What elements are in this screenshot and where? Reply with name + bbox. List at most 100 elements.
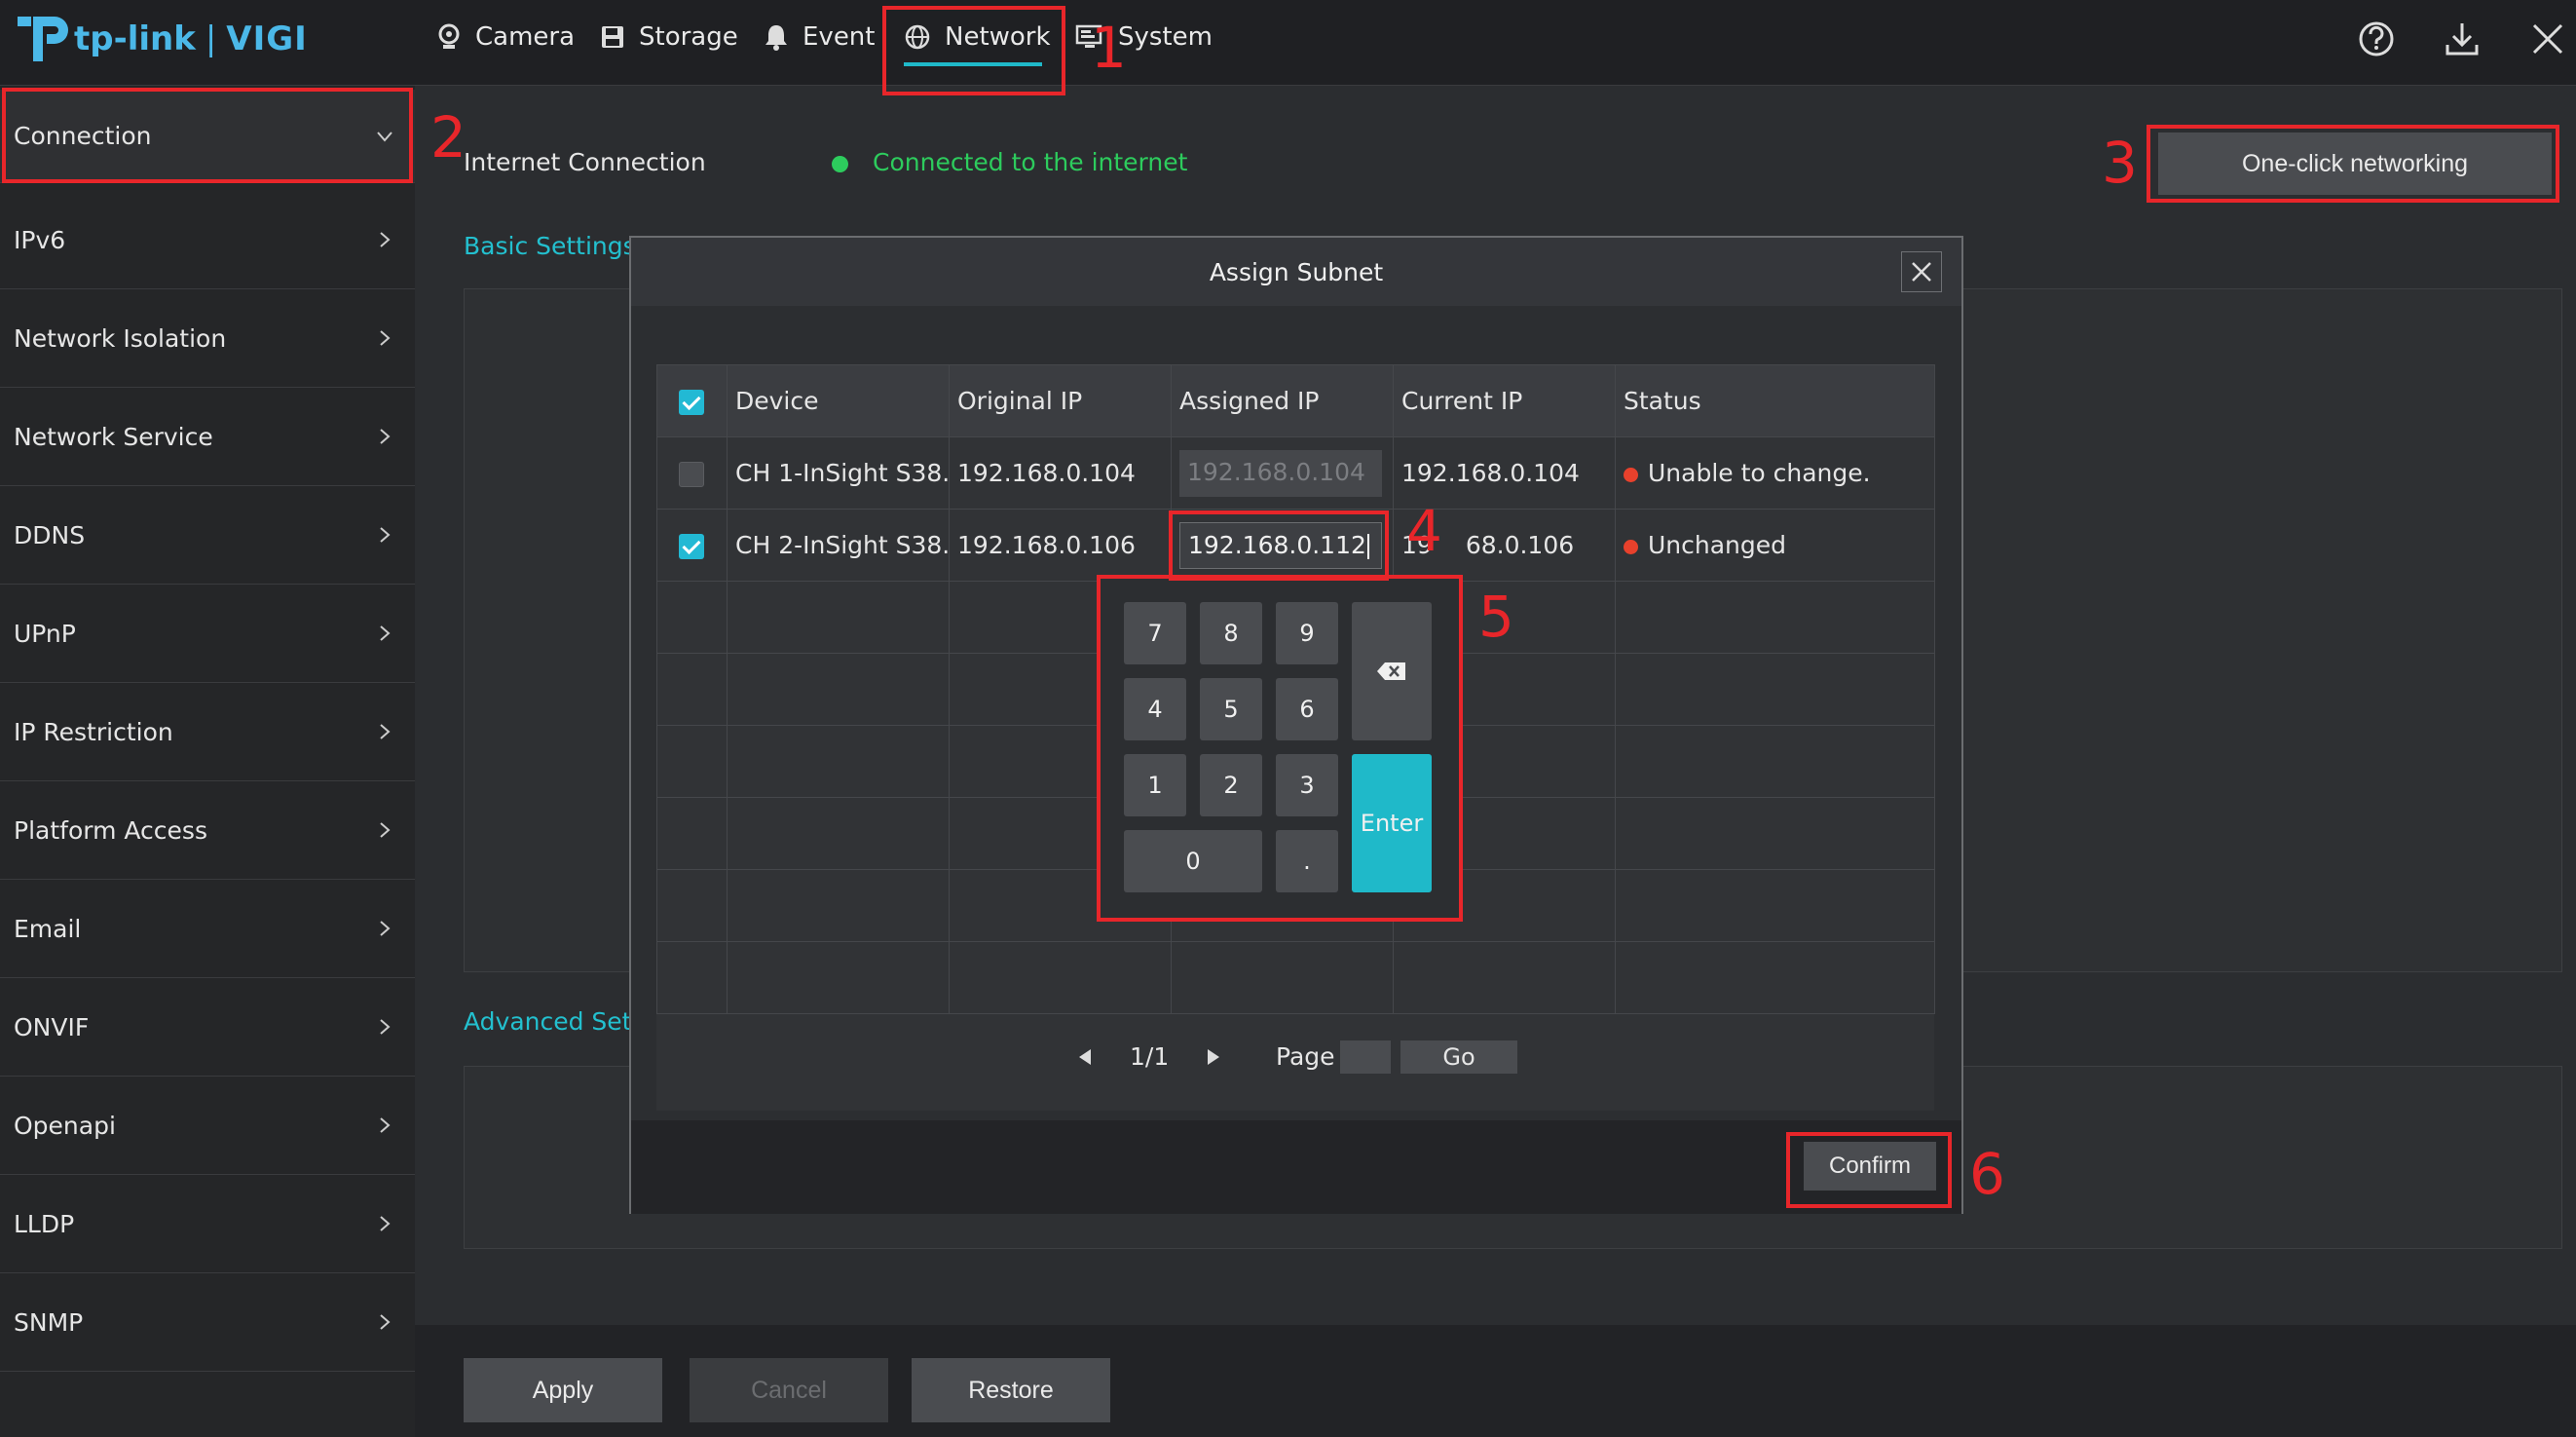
dialog-close-button[interactable]: [1901, 251, 1942, 292]
status-dot: [832, 156, 848, 172]
sidebar-item-lldp[interactable]: LLDP: [0, 1175, 415, 1273]
chevron-right-icon: [380, 1019, 391, 1035]
sidebar-item-ddns[interactable]: DDNS: [0, 486, 415, 585]
close-icon: [1912, 262, 1931, 282]
current-ip-tail: 68.0.106: [1465, 531, 1575, 559]
nav-camera[interactable]: Camera: [436, 0, 575, 74]
row-checkbox-cell[interactable]: [656, 436, 728, 510]
sidebar-item-label: LLDP: [14, 1209, 75, 1238]
select-all-cell[interactable]: [656, 364, 728, 437]
sidebar-item-ip-restriction[interactable]: IP Restriction: [0, 683, 415, 781]
chevron-right-icon: [380, 921, 391, 936]
status-cell: Unable to change.: [1615, 436, 1935, 510]
page-label: Page: [1276, 1042, 1335, 1071]
column-header-assigned-ip: Assigned IP: [1171, 364, 1394, 437]
status-cell: Unchanged: [1615, 509, 1935, 582]
chevron-right-icon: [380, 527, 391, 543]
table-row-empty: [656, 941, 1935, 1014]
nav-storage-label: Storage: [639, 22, 738, 52]
table-row: CH 1-InSight S38... 192.168.0.104 192.16…: [656, 436, 1935, 510]
page-indicator: 1/1: [1130, 1042, 1170, 1071]
sidebar-item-label: Network Service: [14, 422, 213, 451]
chevron-right-icon: [380, 1117, 391, 1133]
bell-icon: [765, 25, 787, 51]
column-header-device: Device: [727, 364, 950, 437]
sidebar-item-label: Openapi: [14, 1111, 116, 1140]
sidebar-item-upnp[interactable]: UPnP: [0, 585, 415, 683]
download-icon[interactable]: [2441, 18, 2483, 60]
sidebar-item-label: Platform Access: [14, 815, 207, 845]
sidebar-item-openapi[interactable]: Openapi: [0, 1077, 415, 1175]
help-icon[interactable]: [2355, 18, 2398, 60]
annotation-box-confirm: [1786, 1132, 1952, 1208]
annotation-number-6: 6: [1969, 1141, 2005, 1207]
sidebar: Connection IPv6 Network Isolation Networ…: [0, 86, 415, 1437]
annotation-number-1: 1: [1091, 15, 1127, 81]
product-name: VIGI: [226, 19, 308, 58]
brand-separator: |: [205, 19, 217, 58]
original-ip-cell: 192.168.0.104: [949, 436, 1172, 510]
camera-icon: [438, 23, 460, 49]
column-header-current-ip: Current IP: [1393, 364, 1616, 437]
assigned-ip-cell: 192.168.0.104: [1171, 436, 1394, 510]
sidebar-item-ipv6[interactable]: IPv6: [0, 191, 415, 289]
tp-link-logo-icon: [18, 17, 68, 61]
device-cell: CH 2-InSight S38...: [727, 509, 950, 582]
column-header-original-ip: Original IP: [949, 364, 1172, 437]
sidebar-item-label: IP Restriction: [14, 717, 173, 746]
chevron-right-icon: [380, 822, 391, 838]
sidebar-item-label: Email: [14, 914, 82, 943]
row-checkbox[interactable]: [679, 462, 704, 487]
sidebar-item-email[interactable]: Email: [0, 880, 415, 978]
basic-settings-heading: Basic Settings: [464, 232, 636, 260]
nav-camera-label: Camera: [475, 22, 576, 52]
annotation-box-keypad: [1097, 575, 1463, 922]
annotation-number-4: 4: [1406, 498, 1442, 564]
tp-link-vigi-logo: tp-link | VIGI: [14, 8, 308, 70]
sidebar-item-label: IPv6: [14, 225, 66, 254]
close-icon[interactable]: [2526, 18, 2569, 60]
cancel-button[interactable]: Cancel: [690, 1358, 888, 1422]
row-checkbox[interactable]: [679, 534, 704, 559]
nav-system-label: System: [1118, 22, 1213, 52]
nav-event[interactable]: Event: [764, 0, 875, 74]
storage-icon: [602, 26, 623, 48]
sidebar-item-network-service[interactable]: Network Service: [0, 388, 415, 486]
status-dot: [1624, 539, 1638, 554]
sidebar-item-platform-access[interactable]: Platform Access: [0, 781, 415, 880]
sidebar-item-label: UPnP: [14, 619, 76, 648]
chevron-right-icon: [380, 1314, 391, 1330]
internet-connection-label: Internet Connection: [464, 148, 706, 176]
dialog-footer: Confirm: [631, 1120, 1961, 1214]
internet-status-text: Connected to the internet: [873, 148, 1188, 176]
sidebar-item-onvif[interactable]: ONVIF: [0, 978, 415, 1077]
next-page-icon[interactable]: [1204, 1046, 1223, 1068]
apply-button[interactable]: Apply: [464, 1358, 662, 1422]
sidebar-item-label: DDNS: [14, 520, 86, 549]
annotation-box-assigned-ip: [1169, 511, 1389, 581]
nav-storage[interactable]: Storage: [600, 0, 738, 74]
status-text: Unchanged: [1648, 531, 1787, 559]
annotation-number-3: 3: [2102, 130, 2138, 196]
chevron-right-icon: [380, 1216, 391, 1231]
device-cell: CH 1-InSight S38...: [727, 436, 950, 510]
restore-button[interactable]: Restore: [912, 1358, 1110, 1422]
page-number-input[interactable]: [1340, 1040, 1391, 1074]
chevron-right-icon: [380, 724, 391, 739]
chevron-right-icon: [380, 232, 391, 247]
sidebar-item-network-isolation[interactable]: Network Isolation: [0, 289, 415, 388]
row-checkbox-cell[interactable]: [656, 509, 728, 582]
annotation-number-2: 2: [430, 104, 467, 170]
status-dot: [1624, 467, 1638, 482]
nav-event-label: Event: [803, 22, 876, 52]
select-all-checkbox[interactable]: [679, 390, 704, 415]
chevron-right-icon: [380, 625, 391, 641]
assigned-ip-input: 192.168.0.104: [1179, 449, 1382, 497]
prev-page-icon[interactable]: [1075, 1046, 1095, 1068]
go-button[interactable]: Go: [1400, 1040, 1517, 1074]
sidebar-item-label: Network Isolation: [14, 323, 227, 353]
annotation-box-connection: [2, 88, 413, 183]
annotation-number-5: 5: [1478, 584, 1514, 650]
sidebar-item-snmp[interactable]: SNMP: [0, 1273, 415, 1372]
chevron-right-icon: [380, 330, 391, 346]
